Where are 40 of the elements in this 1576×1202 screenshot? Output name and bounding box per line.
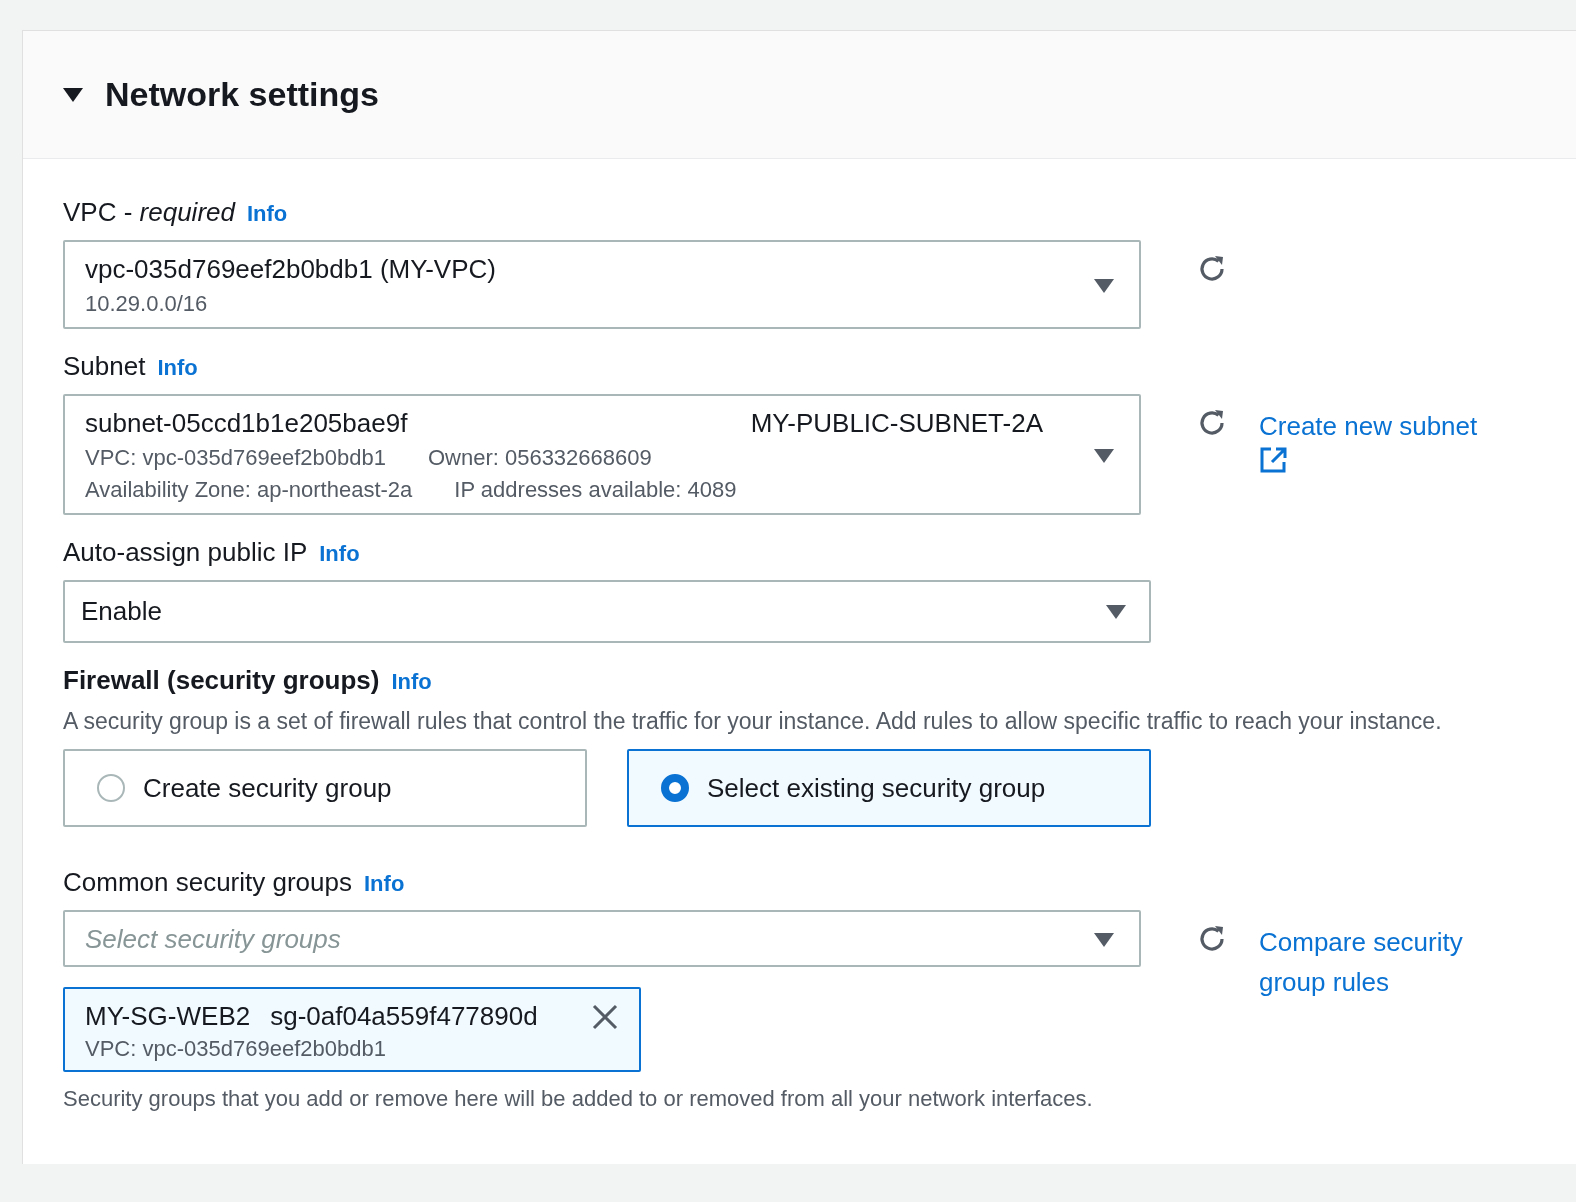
info-link[interactable]: Info	[157, 355, 198, 381]
help-text: Security groups that you add or remove here will be added to or removed from all your network interfaces.	[63, 1086, 1094, 1112]
field-label: Common security groups	[63, 867, 352, 898]
option-detail: IP addresses available: 4089	[454, 477, 737, 503]
option-detail: Availability Zone: ap-northeast-2a	[85, 477, 413, 503]
token-name: MY-SG-WEB2	[85, 1001, 251, 1032]
field-label: Subnet	[63, 351, 146, 382]
option-detail: 10.29.0.0/16	[85, 291, 208, 317]
caret-down-icon	[1093, 931, 1115, 948]
info-link[interactable]: Info	[319, 541, 360, 567]
field-label: Auto-assign public IP	[63, 537, 308, 568]
caret-down-icon	[1093, 447, 1115, 464]
caret-down-icon	[1093, 277, 1115, 294]
select-dropdown[interactable]: vpc-035d769eef2b0bdb1 (MY-VPC) 10.29.0.0/16	[63, 240, 1141, 329]
subnet-name: MY-PUBLIC-SUBNET-2A	[750, 408, 1043, 439]
section-title: Network settings	[105, 75, 379, 114]
selected-value: vpc-035d769eef2b0bdb1 (MY-VPC)	[85, 254, 496, 285]
option-detail: VPC: vpc-035d769eef2b0bdb1	[85, 445, 386, 471]
caret-down-icon[interactable]	[63, 86, 83, 103]
radio-option[interactable]: Create security group	[63, 749, 587, 827]
field-label: VPC - required	[63, 197, 235, 228]
field-label: Firewall (security groups)	[63, 665, 380, 696]
info-link[interactable]: Info	[247, 201, 288, 227]
radio-option[interactable]: Select existing security group	[627, 749, 1151, 827]
option-detail: Owner: 056332668609	[427, 445, 652, 471]
info-link[interactable]: Info	[391, 669, 432, 695]
token-id: sg-0af04a559f477890d	[270, 1001, 538, 1032]
token-detail: VPC: vpc-035d769eef2b0bdb1	[85, 1036, 387, 1062]
select-dropdown[interactable]: Enable	[63, 580, 1151, 643]
select-dropdown[interactable]: subnet-05ccd1b1e205bae9f MY-PUBLIC-SUBNET-2A VPC: vpc-035d769eef2b0bdb1 Owner: 056332668609 Availability Zone: ap-northeast-2a IP addresses available: 4089	[63, 394, 1141, 515]
description-text: A security group is a set of firewall rules that control the traffic for your instance. Add rules to allow specific traffic to reach your instance.	[63, 707, 1443, 736]
create-link[interactable]: Create new subnet	[1259, 406, 1509, 446]
close-icon[interactable]	[591, 1002, 619, 1031]
info-link[interactable]: Info	[364, 871, 405, 897]
selected-value: subnet-05ccd1b1e205bae9f	[85, 408, 408, 439]
compare-link[interactable]: Compare security group rules	[1259, 922, 1509, 1002]
multiselect-dropdown[interactable]: Select security groups	[63, 910, 1141, 967]
external-link-icon[interactable]	[1259, 446, 1289, 474]
caret-down-icon	[1105, 603, 1127, 620]
selected-value: Enable	[81, 596, 162, 627]
